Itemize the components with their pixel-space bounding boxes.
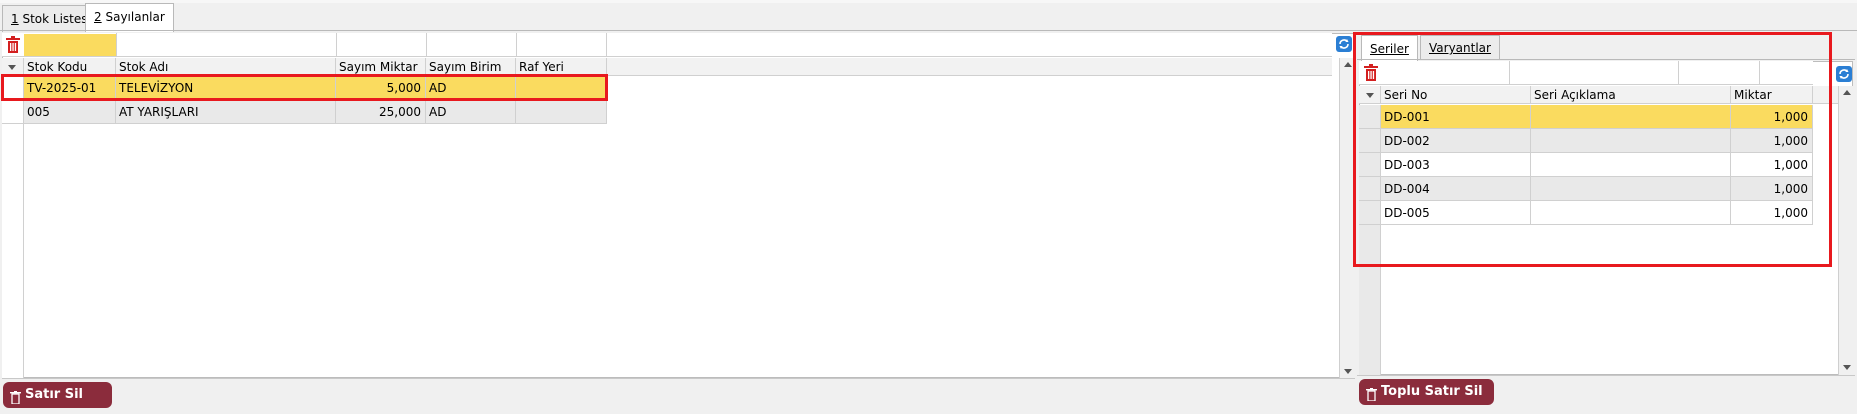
cell-seri-aciklama[interactable] — [1531, 129, 1731, 153]
table-row[interactable]: TV-2025-01 TELEVİZYON 5,000 AD — [2, 76, 607, 100]
cell-stok-kodu[interactable]: 005 — [24, 100, 116, 124]
cell-seri-aciklama[interactable] — [1531, 177, 1731, 201]
cell-seri-aciklama[interactable] — [1531, 153, 1731, 177]
cell-stok-adi[interactable]: TELEVİZYON — [116, 76, 336, 100]
chevron-down-icon — [1366, 93, 1374, 98]
cell-sayim-birim[interactable]: AD — [426, 100, 516, 124]
right-refresh-icon[interactable] — [1836, 66, 1852, 82]
row-indicator[interactable] — [1359, 153, 1381, 177]
left-vertical-scrollbar[interactable] — [1339, 58, 1355, 378]
right-delete-icon[interactable] — [1363, 64, 1379, 82]
cell-miktar[interactable]: 1,000 — [1731, 153, 1813, 177]
right-filter-row — [1359, 61, 1813, 85]
tab-varyantlar-label: Varyantlar — [1429, 41, 1491, 55]
col-header-sayim-miktar[interactable]: Sayım Miktar — [336, 58, 426, 76]
row-indicator[interactable] — [2, 100, 24, 124]
cell-raf-yeri[interactable] — [516, 76, 607, 100]
list-item[interactable]: DD-005 1,000 — [1359, 201, 1813, 225]
tab-seriler[interactable]: Seriler — [1361, 35, 1418, 62]
scroll-up-arrow[interactable] — [1344, 62, 1352, 67]
cell-seri-no[interactable]: DD-004 — [1381, 177, 1531, 201]
col-header-raf-yeri[interactable]: Raf Yeri — [516, 58, 607, 76]
cell-miktar[interactable]: 1,000 — [1731, 129, 1813, 153]
scroll-down-arrow[interactable] — [1344, 369, 1352, 374]
col-header-stok-kodu[interactable]: Stok Kodu — [24, 58, 116, 76]
right-vertical-scrollbar[interactable] — [1838, 86, 1854, 375]
col-header-seri-aciklama[interactable]: Seri Açıklama — [1531, 86, 1731, 104]
tab-sayilanlar-label: Sayılanlar — [105, 10, 165, 24]
tab-stok-listesi-label: Stok Listesi — [22, 12, 91, 26]
list-item[interactable]: DD-001 1,000 — [1359, 105, 1813, 129]
list-item[interactable]: DD-003 1,000 — [1359, 153, 1813, 177]
tab-seriler-label: Seriler — [1370, 42, 1409, 56]
cell-miktar[interactable]: 1,000 — [1731, 177, 1813, 201]
cell-miktar[interactable]: 1,000 — [1731, 105, 1813, 129]
row-indicator[interactable] — [2, 76, 24, 100]
left-header-indicator[interactable] — [2, 58, 24, 76]
tab-stok-listesi-key: 1 — [11, 12, 19, 26]
cell-seri-no[interactable]: DD-003 — [1381, 153, 1531, 177]
tab-varyantlar[interactable]: Varyantlar — [1420, 35, 1500, 60]
right-header-row: Seri No Seri Açıklama Miktar — [1359, 86, 1813, 104]
row-indicator[interactable] — [1359, 177, 1381, 201]
col-header-stok-adi[interactable]: Stok Adı — [116, 58, 336, 76]
cell-sayim-birim[interactable]: AD — [426, 76, 516, 100]
col-header-miktar[interactable]: Miktar — [1731, 86, 1813, 104]
cell-sayim-miktar[interactable]: 5,000 — [336, 76, 426, 100]
cell-sayim-miktar[interactable]: 25,000 — [336, 100, 426, 124]
right-header-indicator[interactable] — [1359, 86, 1381, 104]
col-header-sayim-birim[interactable]: Sayım Birim — [426, 58, 516, 76]
trash-icon — [1366, 385, 1377, 411]
tab-sayilanlar-key: 2 — [94, 10, 102, 24]
satir-sil-button[interactable]: Satır Sil — [3, 382, 112, 408]
left-header-row: Stok Kodu Stok Adı Sayım Miktar Sayım Bi… — [2, 58, 607, 76]
satir-sil-label: Satır Sil — [25, 387, 84, 402]
scroll-up-arrow[interactable] — [1843, 90, 1851, 95]
toplu-satir-sil-button[interactable]: Toplu Satır Sil — [1359, 379, 1494, 405]
chevron-down-icon — [8, 65, 16, 70]
cell-stok-adi[interactable]: AT YARIŞLARI — [116, 100, 336, 124]
col-header-seri-no[interactable]: Seri No — [1381, 86, 1531, 104]
cell-seri-aciklama[interactable] — [1531, 105, 1731, 129]
left-refresh-icon[interactable] — [1336, 36, 1352, 52]
filter-stok-kodu-input[interactable] — [24, 34, 116, 56]
scroll-down-arrow[interactable] — [1843, 365, 1851, 370]
tab-sayilanlar[interactable]: 2 Sayılanlar — [85, 3, 174, 32]
list-item[interactable]: DD-002 1,000 — [1359, 129, 1813, 153]
table-row[interactable]: 005 AT YARIŞLARI 25,000 AD — [2, 100, 607, 124]
row-indicator[interactable] — [1359, 201, 1381, 225]
cell-seri-no[interactable]: DD-005 — [1381, 201, 1531, 225]
cell-seri-aciklama[interactable] — [1531, 201, 1731, 225]
cell-seri-no[interactable]: DD-001 — [1381, 105, 1531, 129]
row-indicator[interactable] — [1359, 129, 1381, 153]
cell-raf-yeri[interactable] — [516, 100, 607, 124]
cell-miktar[interactable]: 1,000 — [1731, 201, 1813, 225]
left-delete-icon[interactable] — [5, 36, 21, 54]
toplu-satir-sil-label: Toplu Satır Sil — [1381, 384, 1483, 399]
trash-icon — [10, 388, 21, 414]
cell-stok-kodu[interactable]: TV-2025-01 — [24, 76, 116, 100]
cell-seri-no[interactable]: DD-002 — [1381, 129, 1531, 153]
list-item[interactable]: DD-004 1,000 — [1359, 177, 1813, 201]
row-indicator[interactable] — [1359, 105, 1381, 129]
left-filter-row — [2, 33, 607, 57]
